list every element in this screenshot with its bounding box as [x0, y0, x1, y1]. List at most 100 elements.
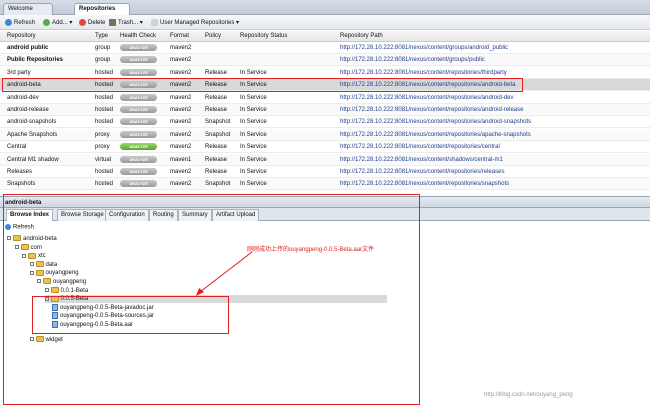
expand-toggle-icon[interactable] — [44, 288, 49, 293]
expand-toggle-icon[interactable] — [44, 296, 49, 301]
repository-name: android-snapshots — [7, 119, 57, 126]
repository-path[interactable]: http://172.28.10.222:8081/nexus/content/… — [340, 119, 531, 125]
table-row[interactable]: android-release hosted ANALYZE maven2 Releas… — [0, 104, 650, 116]
tree-folder-node[interactable]: data — [29, 261, 58, 269]
refresh-icon — [5, 18, 12, 26]
column-repository-path[interactable]: Repository Path — [340, 33, 383, 39]
repository-path[interactable]: http://172.28.10.222:8081/nexus/content/… — [340, 144, 500, 150]
repository-path[interactable]: http://172.28.10.222:8081/nexus/content/… — [340, 95, 513, 101]
refresh-button[interactable]: Refresh — [5, 18, 35, 28]
repository-policy: Release — [205, 69, 228, 76]
detail-refresh-button[interactable]: Refresh — [5, 224, 34, 231]
column-health-check[interactable]: Health Check — [120, 33, 156, 39]
add-button[interactable]: Add... ▾ — [43, 18, 72, 28]
tree-node-label: xtc — [38, 253, 46, 260]
column-policy[interactable]: Policy — [205, 33, 221, 39]
table-row[interactable]: Releases hosted ANALYZE maven2 Release In Ser… — [0, 166, 650, 178]
repository-policy: Release — [205, 82, 228, 89]
table-row[interactable]: Public Repositories group ANALYZE maven2 htt… — [0, 54, 650, 67]
analyze-button[interactable]: ANALYZE — [120, 118, 157, 126]
expand-toggle-icon[interactable] — [37, 279, 41, 284]
repository-format: maven2 — [170, 181, 192, 188]
tree-folder-node[interactable]: widget — [29, 336, 63, 344]
tree-node-label: data — [45, 261, 58, 268]
table-row[interactable]: Central proxy ANALYZE maven2 Release In Servi… — [0, 141, 650, 154]
tree-folder-node[interactable]: android-beta — [7, 235, 57, 243]
repository-status: In Service — [240, 94, 267, 101]
column-format[interactable]: Format — [170, 33, 189, 39]
tree-folder-node[interactable]: com — [14, 244, 42, 252]
expand-toggle-icon[interactable] — [29, 270, 34, 275]
expand-toggle-icon[interactable] — [14, 245, 19, 250]
trash-button[interactable]: Trash... ▾ — [109, 18, 143, 28]
analyze-button[interactable]: ANALYZE — [120, 93, 157, 101]
repository-path[interactable]: http://172.28.10.222:8081/nexus/content/… — [340, 107, 523, 113]
tree-node-label: ouyangpeng-0.0.5-Beta-sources.jar — [60, 313, 155, 320]
tab-browse-index[interactable]: Browse Index — [6, 209, 54, 221]
expand-toggle-icon[interactable] — [7, 236, 11, 241]
analyze-button[interactable]: ANALYZE — [120, 130, 157, 138]
table-row[interactable]: 3rd party hosted ANALYZE maven2 Release In Se… — [0, 67, 650, 79]
tree-node-label: ouyangpeng-0.0.5-Beta-javadoc.jar — [60, 304, 154, 311]
tree-file-node[interactable]: ouyangpeng-0.0.5-Beta.aar — [52, 321, 133, 329]
tab-summary[interactable]: Summary — [178, 209, 212, 221]
table-row[interactable]: android-snapshots hosted ANALYZE maven2 Snap… — [0, 116, 650, 129]
repository-type: hosted — [95, 82, 114, 89]
analyze-button[interactable]: ANALYZE — [120, 68, 157, 76]
table-row[interactable]: Apache Snapshots proxy ANALYZE maven2 Snapsh… — [0, 128, 650, 141]
tree-folder-node[interactable]: ouyangpeng — [37, 278, 86, 286]
expand-toggle-icon[interactable] — [29, 337, 34, 342]
repository-path[interactable]: http://172.28.10.222:8081/nexus/content/… — [340, 181, 509, 187]
column-type[interactable]: Type — [95, 33, 108, 39]
tab-browse-storage[interactable]: Browse Storage — [57, 209, 108, 221]
repository-path[interactable]: http://172.28.10.222:8081/nexus/content/… — [340, 169, 504, 175]
table-row[interactable]: android-dev hosted ANALYZE maven2 Release In … — [0, 92, 650, 104]
delete-button[interactable]: Delete — [79, 18, 105, 28]
detail-tab-bar: Browse Index Browse Storage Configuratio… — [0, 208, 650, 221]
tree-folder-node[interactable]: ouyangpeng — [29, 269, 79, 277]
table-row[interactable]: Snapshots hosted ANALYZE maven2 Snapshot In S… — [0, 178, 650, 191]
main-tab-bar: Welcome Repositories — [0, 0, 650, 16]
analyze-button[interactable]: ANALYZE — [120, 56, 157, 64]
tree-node-label: 0.0.5-Beta — [60, 296, 89, 303]
tab-welcome[interactable]: Welcome — [3, 3, 53, 15]
repository-status: In Service — [240, 69, 267, 76]
repository-type: hosted — [95, 107, 114, 113]
analyze-button[interactable]: ANALYZE — [120, 44, 157, 51]
repository-path[interactable]: http://172.28.10.222:8081/nexus/content/… — [340, 132, 531, 138]
repository-policy: Snapshot — [205, 131, 231, 138]
repository-format: maven2 — [170, 144, 192, 151]
analyze-button[interactable]: ANALYZE — [120, 180, 157, 188]
tree-folder-node[interactable]: 0.0.1-Beta — [44, 287, 88, 295]
tab-configuration[interactable]: Configuration — [105, 209, 149, 221]
tree-file-node[interactable]: ouyangpeng-0.0.5-Beta-sources.jar — [52, 312, 154, 320]
table-row[interactable]: android-beta hosted ANALYZE maven2 Release In… — [0, 79, 650, 92]
analyze-button[interactable]: ANALYZE — [120, 168, 157, 175]
tab-artifact-upload[interactable]: Artifact Upload — [212, 209, 260, 221]
expand-toggle-icon[interactable] — [22, 253, 26, 258]
repository-policy: Release — [205, 94, 228, 101]
tree-node-label: com — [30, 244, 42, 251]
repository-type: group — [95, 57, 111, 64]
repository-path[interactable]: http://172.28.10.222:8081/nexus/content/… — [340, 57, 485, 63]
expand-toggle-icon[interactable] — [29, 262, 34, 267]
repository-name: android-release — [7, 107, 49, 113]
repository-status: In Service — [240, 144, 267, 151]
tab-routing[interactable]: Routing — [149, 209, 178, 221]
user-managed-repositories-button[interactable]: User Managed Repositories ▾ — [151, 18, 239, 28]
analyze-button[interactable]: ANALYZE — [120, 106, 157, 113]
repository-path[interactable]: http://172.28.10.222:8081/nexus/content/… — [340, 45, 508, 51]
repository-path[interactable]: http://172.28.10.222:8081/nexus/content/… — [340, 157, 503, 163]
column-repository-status[interactable]: Repository Status — [240, 33, 287, 39]
analyze-button[interactable]: ANALYZE — [120, 143, 157, 151]
analyze-button[interactable]: ANALYZE — [120, 155, 157, 163]
tree-folder-node[interactable]: xtc — [22, 252, 46, 260]
tree-file-node[interactable]: ouyangpeng-0.0.5-Beta-javadoc.jar — [52, 303, 154, 312]
repository-path[interactable]: http://172.28.10.222:8081/nexus/content/… — [340, 70, 507, 76]
table-row[interactable]: Central M1 shadow virtual ANALYZE maven1 Rel… — [0, 153, 650, 166]
analyze-button[interactable]: ANALYZE — [120, 81, 157, 89]
add-icon — [43, 18, 50, 26]
column-repository[interactable]: Repository — [7, 33, 36, 39]
repository-path[interactable]: http://172.28.10.222:8081/nexus/content/… — [340, 82, 515, 88]
table-row[interactable]: android public group ANALYZE maven2 http://1… — [0, 42, 650, 54]
